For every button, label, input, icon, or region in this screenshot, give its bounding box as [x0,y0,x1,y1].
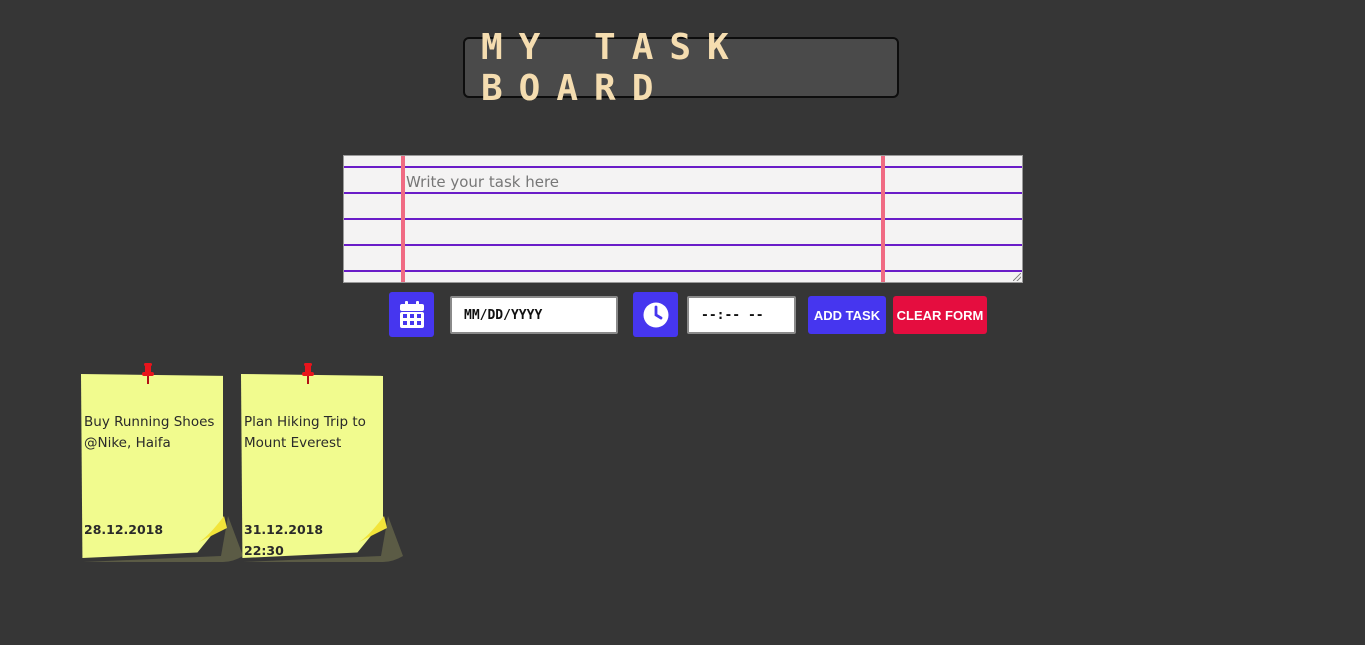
date-input[interactable] [450,296,618,334]
note-text: Plan Hiking Trip to Mount Everest [244,414,366,451]
note-curl [199,516,227,542]
clock-icon [643,302,668,327]
calendar-button[interactable] [389,292,434,337]
task-board-page: MY TASK BOARD ADD TASK CLEAR FORM [0,0,1365,645]
task-note[interactable]: Plan Hiking Trip to Mount Everest 31.12.… [241,363,411,568]
pin-icon [302,363,314,384]
resize-handle[interactable] [1013,273,1021,281]
clear-form-button[interactable]: CLEAR FORM [893,296,987,334]
note-date: 28.12.2018 [84,522,164,537]
note-date: 31.12.2018 [244,522,324,537]
note-curl [359,516,387,542]
title-box: MY TASK BOARD [463,27,899,109]
page-title: MY TASK BOARD [481,26,745,109]
add-task-button[interactable]: ADD TASK [808,296,886,334]
time-input[interactable] [687,296,796,334]
note-time: 22:30 [244,543,284,558]
clock-button[interactable] [633,292,678,337]
pin-icon [142,363,154,384]
notepad-margin-line-left [401,156,405,282]
note-text: Buy Running Shoes @Nike, Haifa [84,414,215,451]
calendar-icon [399,301,424,328]
task-notepad[interactable] [343,155,1023,283]
task-text-input[interactable] [406,170,876,194]
task-note[interactable]: Buy Running Shoes @Nike, Haifa 28.12.201… [81,363,251,568]
notepad-margin-line-right [881,156,885,282]
